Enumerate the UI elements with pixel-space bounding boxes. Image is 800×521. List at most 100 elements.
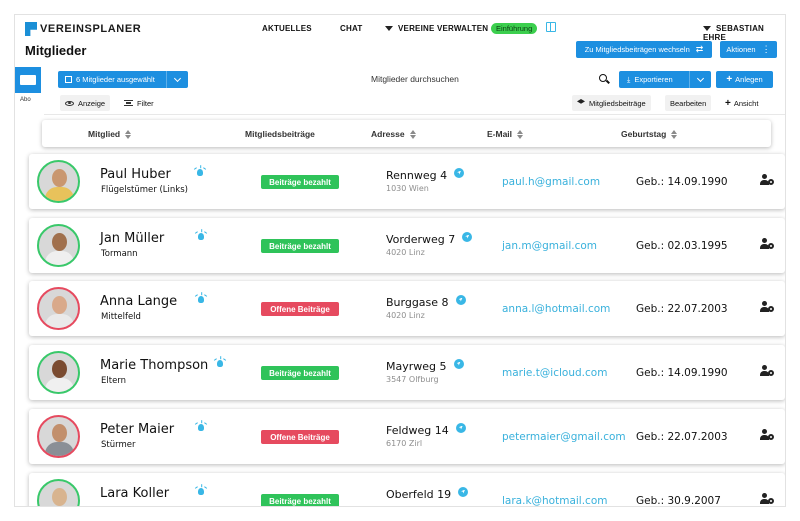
lightbulb-icon[interactable] [213, 356, 227, 368]
selection-dropdown[interactable] [166, 71, 188, 88]
sort-icon [409, 129, 416, 139]
user-settings-icon[interactable] [760, 429, 774, 441]
column-birthday[interactable]: Geburtstag [621, 129, 678, 139]
plus-icon: + [726, 74, 733, 85]
street-text: Vorderweg 7 [386, 233, 456, 246]
search-input[interactable]: Mitglieder durchsuchen [371, 74, 459, 84]
birthday: Geb.: 14.09.1990 [636, 176, 728, 188]
street-text: Burggase 8 [386, 296, 449, 309]
member-name[interactable]: Paul Huber [100, 167, 171, 182]
navigation-icon[interactable] [458, 487, 469, 497]
email-link[interactable]: paul.h@gmail.com [502, 176, 600, 188]
email-link[interactable]: petermaier@gmail.com [502, 431, 626, 443]
email-link[interactable]: marie.t@icloud.com [502, 367, 607, 379]
navigation-icon[interactable] [454, 168, 465, 178]
lightbulb-icon[interactable] [194, 420, 208, 432]
sidebar-club-tile[interactable] [15, 67, 41, 93]
table-row[interactable]: Anna Lange Mittelfeld Offene Beiträge Bu… [29, 281, 785, 336]
caret-down-icon [703, 26, 711, 31]
city: 1030 Wien [386, 184, 429, 193]
gift-icon[interactable] [546, 22, 556, 32]
display-button[interactable]: Anzeige [60, 95, 111, 111]
page-title: Mitglieder [25, 43, 87, 58]
lightbulb-icon[interactable] [194, 229, 208, 241]
street: Feldweg 14 [386, 423, 466, 437]
add-member-button[interactable]: + Anlegen [716, 71, 773, 88]
column-email[interactable]: E-Mail [487, 129, 524, 139]
selection-button[interactable]: 6 Mitglieder ausgewählt [58, 71, 188, 88]
lightbulb-icon[interactable] [194, 292, 208, 304]
user-settings-icon[interactable] [760, 493, 774, 505]
avatar [37, 224, 80, 267]
status-badge: Beiträge bezahlt [261, 239, 339, 253]
street-text: Feldweg 14 [386, 424, 449, 437]
navigation-icon[interactable] [455, 295, 466, 305]
einfuehrung-badge[interactable]: Einführung [491, 23, 538, 34]
actions-button[interactable]: Aktionen ⋮ [720, 41, 777, 58]
membership-fees-button[interactable]: Mitgliedsbeiträge [572, 95, 651, 111]
user-menu[interactable]: SEBASTIAN EHRE [703, 24, 785, 42]
brand-name: VEREINSPLANER [40, 23, 142, 35]
birthday: Geb.: 22.07.2003 [636, 431, 728, 443]
lightbulb-icon[interactable] [193, 165, 207, 177]
switch-to-fees-button[interactable]: Zu Mitgliedsbeiträgen wechseln ⇄ [576, 41, 712, 58]
table-row[interactable]: Marie Thompson Eltern Beiträge bezahlt M… [29, 345, 785, 400]
table-row[interactable]: Lara Koller Beiträge bezahlt Oberfeld 19… [29, 473, 785, 506]
member-role: Eltern [101, 376, 127, 386]
navigation-icon[interactable] [453, 359, 464, 369]
lightbulb-icon[interactable] [194, 484, 208, 496]
brand-logo[interactable]: VEREINSPLANER [25, 22, 141, 36]
table-row[interactable]: Paul Huber Flügelstümer (Links) Beiträge… [29, 154, 785, 209]
column-address[interactable]: Adresse [371, 129, 416, 139]
more-vertical-icon: ⋮ [761, 44, 771, 54]
city: 6170 Zirl [386, 439, 423, 448]
avatar [37, 415, 80, 458]
swap-icon: ⇄ [695, 44, 704, 54]
user-settings-icon[interactable] [760, 174, 774, 186]
edit-button[interactable]: Bearbeiten [665, 95, 712, 111]
member-role: Stürmer [101, 440, 136, 450]
club-logo-icon [20, 75, 36, 85]
export-button[interactable]: ⤓ Exportieren [619, 71, 711, 88]
avatar [37, 160, 80, 203]
user-settings-icon[interactable] [760, 301, 774, 313]
member-name[interactable]: Peter Maier [100, 422, 174, 437]
table-row[interactable]: Jan Müller Tormann Beiträge bezahlt Vord… [29, 218, 785, 273]
status-badge: Offene Beiträge [261, 430, 339, 444]
navigation-icon[interactable] [462, 232, 473, 242]
member-name[interactable]: Lara Koller [100, 486, 169, 501]
column-fees: Mitgliedsbeiträge [245, 129, 315, 139]
member-name[interactable]: Marie Thompson [100, 358, 208, 373]
navigation-icon[interactable] [455, 423, 466, 433]
member-role: Mittelfeld [101, 312, 141, 322]
logo-icon [25, 22, 37, 36]
street: Vorderweg 7 [386, 232, 473, 246]
street-text: Mayrweg 5 [386, 360, 447, 373]
nav-vereine-verwalten[interactable]: VEREINE VERWALTEN [385, 24, 488, 33]
user-name: SEBASTIAN EHRE [703, 24, 765, 42]
table-row[interactable]: Peter Maier Stürmer Offene Beiträge Feld… [29, 409, 785, 464]
user-settings-icon[interactable] [760, 238, 774, 250]
nav-aktuelles[interactable]: AKTUELLES [262, 24, 312, 33]
column-birthday-label: Geburtstag [621, 129, 667, 139]
eye-icon [65, 100, 74, 106]
view-label: Ansicht [733, 98, 759, 108]
nav-chat[interactable]: CHAT [340, 24, 362, 33]
view-button[interactable]: + Ansicht [720, 95, 763, 111]
member-name[interactable]: Anna Lange [100, 294, 177, 309]
user-settings-icon[interactable] [760, 365, 774, 377]
top-navigation: VEREINSPLANER AKTUELLES CHAT VEREINE VER… [15, 15, 785, 43]
city: 4020 Linz [386, 311, 425, 320]
search-icon[interactable] [599, 74, 607, 82]
avatar [37, 351, 80, 394]
nav-vereine-label: VEREINE VERWALTEN [398, 24, 489, 33]
filter-button[interactable]: Filter [119, 95, 159, 111]
actions-label: Aktionen [726, 45, 756, 54]
column-member[interactable]: Mitglied [88, 129, 132, 139]
email-link[interactable]: anna.l@hotmail.com [502, 303, 610, 315]
display-label: Anzeige [78, 98, 106, 108]
export-dropdown[interactable] [689, 71, 711, 88]
email-link[interactable]: lara.k@hotmail.com [502, 495, 607, 506]
email-link[interactable]: jan.m@gmail.com [502, 240, 597, 252]
member-name[interactable]: Jan Müller [100, 231, 164, 246]
